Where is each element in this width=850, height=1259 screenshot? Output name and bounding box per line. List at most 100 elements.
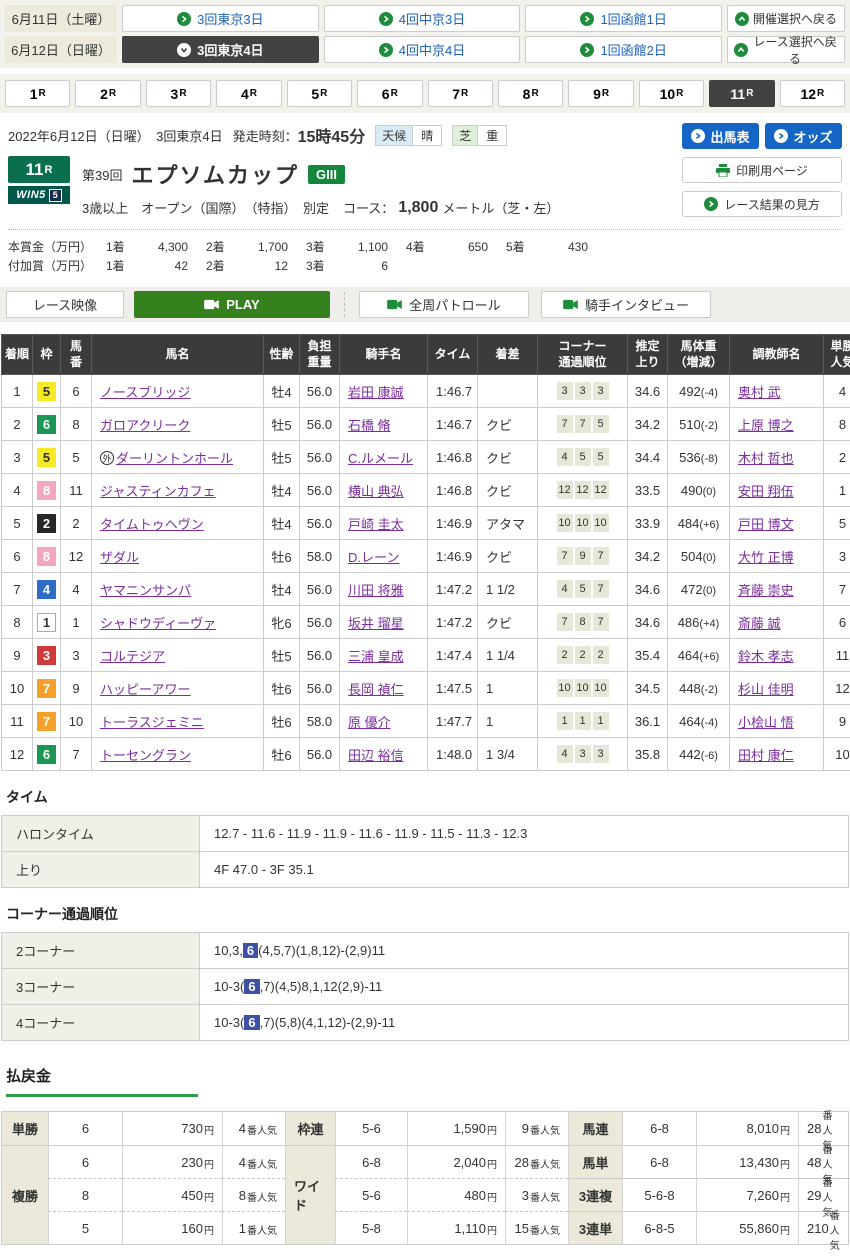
jockey-link[interactable]: 岩田 康誠: [348, 385, 404, 400]
result-row-horse-11: 4811ジャスティンカフェ牡456.0横山 典弘1:46.8クビ12121233…: [2, 474, 850, 507]
jockey-link[interactable]: 原 優介: [348, 715, 391, 730]
course-label: コース：: [343, 198, 394, 217]
jockey-link[interactable]: 横山 典弘: [348, 484, 404, 499]
corner-row-label: 2コーナー: [2, 933, 200, 969]
horse-name-link[interactable]: ジャスティンカフェ: [100, 484, 216, 499]
jockey-link[interactable]: 坂井 瑠星: [348, 616, 404, 631]
bet-type-label: 単勝: [2, 1112, 48, 1145]
print-page-button[interactable]: 印刷用ページ: [682, 157, 842, 183]
trainer-link[interactable]: 大竹 正博: [738, 550, 794, 565]
horse-name-link[interactable]: ノースブリッジ: [100, 385, 190, 400]
meeting-nav: 6月11日（土曜） 3回東京3日 4回中京3日 1回函館1日 開催選択へ戻る 6…: [0, 0, 850, 68]
race-tab-5r[interactable]: 5R: [287, 80, 352, 107]
entry-table-button[interactable]: 出馬表: [682, 123, 759, 149]
jockey-cell: 田辺 裕信: [340, 738, 428, 771]
payout-combination: 5: [48, 1211, 122, 1244]
horse-name-link[interactable]: トーラスジェミニ: [100, 715, 204, 730]
race-tab-10r[interactable]: 10R: [639, 80, 704, 107]
horse-name-link[interactable]: ガロアクリーク: [100, 418, 190, 433]
results-table: 着順枠馬 番馬名性齢負担 重量騎手名タイム着差コーナー 通過順位推定 上り馬体重…: [1, 334, 850, 771]
trainer-link[interactable]: 上原 博之: [738, 418, 794, 433]
payout-section-title: 払戻金: [6, 1065, 844, 1097]
horse-name-link[interactable]: ハッピーアワー: [100, 682, 190, 697]
last-3f: 34.6: [628, 375, 668, 408]
trainer-link[interactable]: 杉山 佳明: [738, 682, 794, 697]
race-tab-1r[interactable]: 1R: [5, 80, 70, 107]
trainer-link[interactable]: 鈴木 孝志: [738, 649, 794, 664]
horse-name-link[interactable]: ダーリントンホール: [116, 451, 233, 466]
trainer-cell: 奥村 武: [730, 375, 824, 408]
jockey-link[interactable]: 戸崎 圭太: [348, 517, 404, 532]
back-to-meeting-select-button[interactable]: 開催選択へ戻る: [727, 5, 845, 32]
horse-name-link[interactable]: コルテジア: [100, 649, 165, 664]
meeting-link-hakodate2[interactable]: 1回函館2日: [525, 36, 722, 63]
horse-name-cell: ジャスティンカフェ: [92, 474, 264, 507]
meeting-link-chukyo4[interactable]: 4回中京4日: [324, 36, 521, 63]
race-tab-12r[interactable]: 12R: [780, 80, 845, 107]
race-tab-7r[interactable]: 7R: [428, 80, 493, 107]
jockey-link[interactable]: 長岡 禎仁: [348, 682, 404, 697]
meeting-link-chukyo3[interactable]: 4回中京3日: [324, 5, 521, 32]
finish-time: 1:46.8: [428, 474, 478, 507]
camera-icon: [204, 299, 219, 310]
frame-number: 8: [33, 474, 61, 507]
frame-number: 3: [33, 639, 61, 672]
finish-time: 1:46.9: [428, 507, 478, 540]
race-tab-3r[interactable]: 3R: [146, 80, 211, 107]
patrol-video-button[interactable]: 全周パトロール: [359, 291, 529, 318]
horse-name-link[interactable]: シャドウディーヴァ: [100, 616, 216, 631]
horse-name-link[interactable]: ヤマニンサンパ: [100, 583, 191, 598]
jockey-link[interactable]: D.レーン: [348, 550, 399, 565]
race-tab-6r[interactable]: 6R: [357, 80, 422, 107]
sex-age: 牡5: [264, 408, 300, 441]
race-tab-8r[interactable]: 8R: [498, 80, 563, 107]
horse-weight: 504(0): [668, 540, 730, 573]
jockey-cell: 川田 将雅: [340, 573, 428, 606]
meeting-link-tokyo4-selected[interactable]: 3回東京4日: [122, 36, 319, 63]
payout-amount: 1,590円: [407, 1112, 505, 1145]
payout-amount: 7,260円: [696, 1178, 798, 1211]
race-tab-2r[interactable]: 2R: [75, 80, 140, 107]
trainer-link[interactable]: 斉藤 崇史: [738, 583, 794, 598]
win-popularity: 3: [824, 540, 850, 573]
trainer-link[interactable]: 小桧山 悟: [738, 715, 794, 730]
trainer-link[interactable]: 田村 康仁: [738, 748, 794, 763]
trainer-link[interactable]: 戸田 博文: [738, 517, 794, 532]
horse-number: 12: [61, 540, 92, 573]
horse-number: 7: [61, 738, 92, 771]
trainer-link[interactable]: 奥村 武: [738, 385, 781, 400]
jockey-cell: 原 優介: [340, 705, 428, 738]
results-header-cell: 着差: [478, 335, 538, 375]
trainer-link[interactable]: 安田 翔伍: [738, 484, 794, 499]
meeting-link-tokyo3[interactable]: 3回東京3日: [122, 5, 319, 32]
horse-name-link[interactable]: トーセングラン: [100, 748, 191, 763]
payout-combination: 5-8: [335, 1211, 407, 1244]
payout-group-0: 単勝6730円4番人気複勝6230円4番人気8450円8番人気5160円1番人気: [2, 1112, 285, 1244]
race-tab-11r[interactable]: 11R: [709, 80, 774, 107]
jockey-link[interactable]: 川田 将雅: [348, 583, 404, 598]
jockey-interview-button[interactable]: 騎手インタビュー: [541, 291, 711, 318]
race-info-aside: 出馬表 オッズ 印刷用ページ レース結果の見方: [682, 123, 842, 217]
race-tab-4r[interactable]: 4R: [216, 80, 281, 107]
play-button[interactable]: PLAY: [134, 291, 330, 318]
results-guide-button[interactable]: レース結果の見方: [682, 191, 842, 217]
trainer-link[interactable]: 木村 哲也: [738, 451, 794, 466]
margin: アタマ: [478, 507, 538, 540]
win-popularity: 1: [824, 474, 850, 507]
meeting-link-hakodate1[interactable]: 1回函館1日: [525, 5, 722, 32]
trainer-cell: 安田 翔伍: [730, 474, 824, 507]
odds-button[interactable]: オッズ: [765, 123, 842, 149]
race-tab-9r[interactable]: 9R: [568, 80, 633, 107]
payout-amount: 13,430円: [696, 1145, 798, 1178]
horse-name-link[interactable]: タイムトゥヘヴン: [100, 517, 204, 532]
trainer-cell: 田村 康仁: [730, 738, 824, 771]
jockey-link[interactable]: C.ルメール: [348, 451, 413, 466]
trainer-link[interactable]: 斎藤 誠: [738, 616, 781, 631]
play-label: PLAY: [226, 297, 259, 312]
back-to-race-select-button[interactable]: レース選択へ戻る: [727, 36, 845, 63]
jockey-link[interactable]: 三浦 皇成: [348, 649, 404, 664]
horse-name-link[interactable]: ザダル: [100, 550, 139, 565]
jockey-link[interactable]: 田辺 裕信: [348, 748, 404, 763]
jockey-link[interactable]: 石橋 脩: [348, 418, 391, 433]
payout-popularity: 1番人気: [222, 1211, 285, 1244]
